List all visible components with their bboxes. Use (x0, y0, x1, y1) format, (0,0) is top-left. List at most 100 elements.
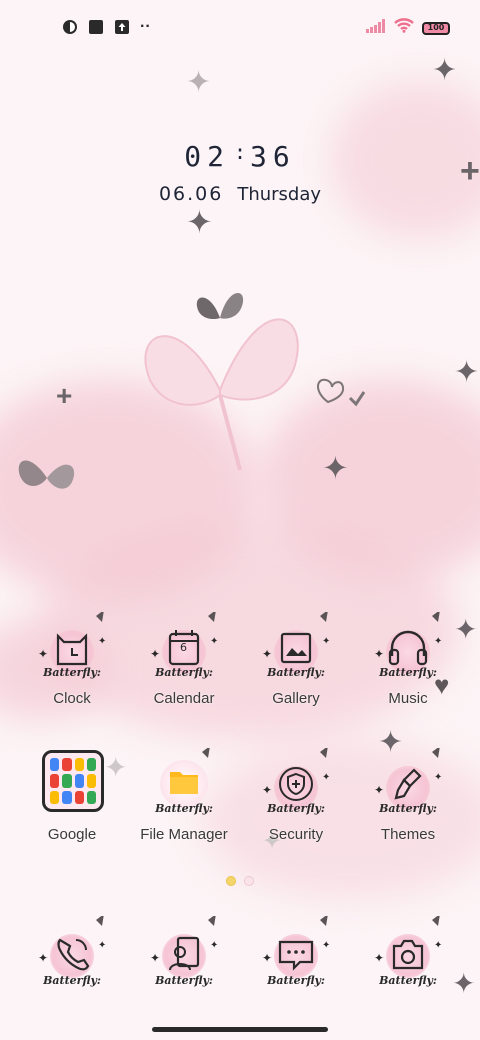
clock-minute: 36 (250, 140, 296, 173)
theme-badge: Batterfly: (267, 974, 325, 987)
theme-badge: Batterfly: (43, 974, 101, 987)
clock-widget[interactable]: 02 : 36 06.06 Thursday (0, 140, 480, 205)
mini-app-icon (50, 758, 60, 772)
calendar-icon: ✦ ✦ 6 Batterfly: (142, 612, 226, 696)
dock-camera[interactable]: ✦ ✦ Batterfly: (352, 916, 464, 1002)
svg-text:✦: ✦ (322, 772, 330, 783)
mini-app-icon (86, 758, 96, 772)
wifi-icon (394, 18, 414, 38)
wallpaper-small-butterfly-icon (18, 460, 75, 489)
clock-separator: : (233, 140, 247, 164)
svg-text:✦: ✦ (434, 940, 442, 951)
app-file-manager[interactable]: Batterfly: File Manager (128, 748, 240, 868)
home-indicator[interactable] (152, 1027, 328, 1032)
mini-app-icon (86, 790, 96, 804)
notification-icons: ·· (62, 18, 151, 36)
app-gallery[interactable]: ✦ ✦ Batterfly: Gallery (240, 612, 352, 732)
mini-app-icon (74, 790, 84, 804)
svg-text:✦: ✦ (374, 647, 384, 661)
signal-icon (366, 18, 386, 38)
camera-icon: ✦ ✦ Batterfly: (366, 916, 450, 1000)
mini-app-icon (50, 790, 60, 804)
page-dot[interactable] (244, 876, 254, 886)
theme-badge: Batterfly: (267, 666, 325, 679)
calendar-day: 6 (180, 641, 187, 654)
plus-sparkle-icon: + (56, 380, 73, 411)
app-clock[interactable]: ✦ ✦ Batterfly: Clock (16, 612, 128, 732)
clock-date: 06.06 (158, 183, 224, 205)
battery-indicator: 100 (422, 21, 450, 35)
theme-badge: Batterfly: (267, 802, 325, 815)
clock-time: 02 : 36 (0, 140, 480, 173)
page-indicator[interactable] (226, 876, 254, 886)
messages-icon: ✦ ✦ Batterfly: (254, 916, 338, 1000)
svg-text:✦: ✦ (374, 783, 384, 797)
svg-text:✦: ✦ (98, 940, 106, 951)
clock-date-row: 06.06 Thursday (0, 183, 480, 205)
google-folder-icon[interactable] (42, 750, 104, 812)
svg-text:✦: ✦ (210, 940, 218, 951)
mini-app-icon (62, 790, 72, 804)
heart-icon (317, 378, 366, 407)
theme-badge: Batterfly: (155, 802, 213, 815)
phone-icon: ✦ ✦ Batterfly: (30, 916, 114, 1000)
svg-text:✦: ✦ (434, 772, 442, 783)
svg-text:✦: ✦ (210, 636, 218, 647)
theme-badge: Batterfly: (379, 666, 437, 679)
shield-icon: ✦ ✦ Batterfly: (254, 748, 338, 832)
more-dots-icon: ·· (140, 18, 151, 35)
notification-app-icon (62, 19, 78, 35)
theme-badge: Batterfly: (155, 666, 213, 679)
sparkle-icon: ✦ (186, 66, 212, 99)
app-music[interactable]: ✦ ✦ Batterfly: Music (352, 612, 464, 732)
sparkle-icon: ✦ (322, 450, 349, 486)
svg-text:✦: ✦ (150, 951, 160, 965)
dock-contacts[interactable]: ✦ ✦ Batterfly: (128, 916, 240, 1002)
mini-app-icon (62, 774, 72, 788)
wallpaper-small-butterfly-icon (196, 293, 244, 320)
svg-text:✦: ✦ (374, 951, 384, 965)
headphones-icon: ✦ ✦ Batterfly: (366, 612, 450, 696)
svg-text:✦: ✦ (322, 636, 330, 647)
svg-text:✦: ✦ (262, 647, 272, 661)
mini-app-icon (86, 774, 96, 788)
square-app-icon (88, 19, 104, 35)
svg-text:✦: ✦ (98, 636, 106, 647)
dock-messages[interactable]: ✦ ✦ Batterfly: (240, 916, 352, 1002)
clock-hour: 02 (184, 140, 230, 173)
svg-text:✦: ✦ (434, 636, 442, 647)
mini-app-icon (74, 758, 84, 772)
clock-weekday: Thursday (237, 184, 322, 205)
app-themes[interactable]: ✦ ✦ Batterfly: Themes (352, 748, 464, 868)
app-calendar[interactable]: ✦ ✦ 6 Batterfly: Calendar (128, 612, 240, 732)
theme-badge: Batterfly: (43, 666, 101, 679)
sparkle-icon: ✦ (432, 54, 458, 87)
app-security[interactable]: ✦ ✦ Batterfly: Security (240, 748, 352, 868)
theme-badge: Batterfly: (379, 802, 437, 815)
status-bar: ·· 100 (0, 0, 480, 56)
page-dot-active[interactable] (226, 876, 236, 886)
paintbrush-icon: ✦ ✦ Batterfly: (366, 748, 450, 832)
mini-app-icon (50, 774, 60, 788)
mini-app-icon (62, 758, 72, 772)
sparkle-icon: ✦ (454, 356, 480, 389)
svg-text:✦: ✦ (150, 647, 160, 661)
svg-text:✦: ✦ (322, 940, 330, 951)
clock-cat-icon: ✦ ✦ Batterfly: (30, 612, 114, 696)
app-label: Themes (380, 826, 436, 843)
upload-icon (114, 19, 130, 35)
theme-badge: Batterfly: (155, 974, 213, 987)
gallery-icon: ✦ ✦ Batterfly: (254, 612, 338, 696)
svg-text:✦: ✦ (38, 647, 48, 661)
dock-phone[interactable]: ✦ ✦ Batterfly: (16, 916, 128, 1002)
app-label: Music (388, 690, 428, 707)
theme-badge: Batterfly: (379, 974, 437, 987)
sparkle-icon: ✦ (186, 204, 213, 240)
svg-text:✦: ✦ (262, 783, 272, 797)
svg-text:✦: ✦ (38, 951, 48, 965)
contacts-icon: ✦ ✦ Batterfly: (142, 916, 226, 1000)
svg-text:✦: ✦ (262, 951, 272, 965)
system-icons: 100 (366, 18, 450, 38)
mini-app-icon (74, 774, 84, 788)
folder-icon: Batterfly: (142, 748, 226, 832)
